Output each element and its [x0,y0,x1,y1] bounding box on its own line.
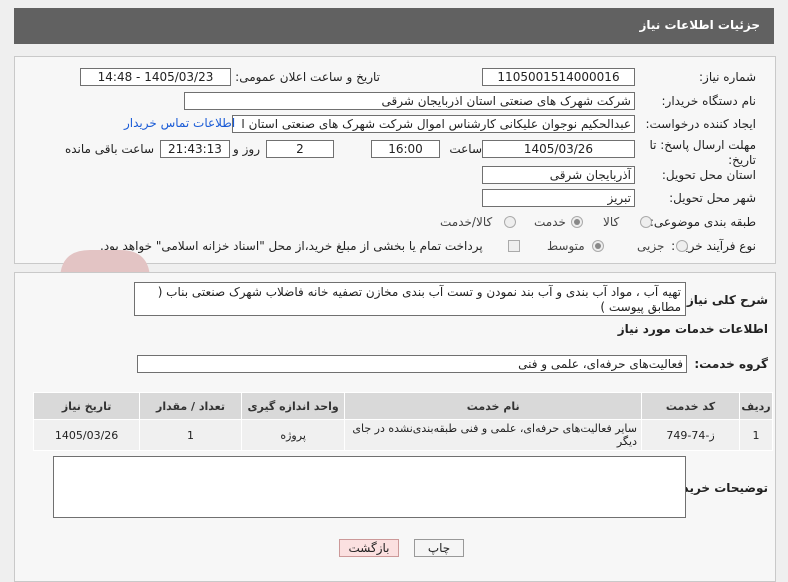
col-code: کد خدمت [640,392,741,420]
payment-note: پرداخت تمام یا بخشی از مبلغ خرید،از محل … [100,239,483,253]
table-row: 1 ز-74-749 سایر فعالیت‌های حرفه‌ای، علمی… [32,419,773,451]
province-label: استان محل تحویل: [661,168,756,182]
category-goods-radio[interactable] [640,216,652,228]
requester-label: ایجاد کننده درخواست: [645,117,756,131]
table-header-row: ردیف کد خدمت نام خدمت واحد اندازه گیری ت… [32,392,773,420]
col-quantity: تعداد / مقدار [139,392,242,420]
cell-row: 1 [739,419,773,451]
process-minor-radio[interactable] [676,240,688,252]
contact-info-link[interactable]: اطلاعات تماس خریدار [124,116,235,130]
service-group-label: گروه خدمت: [694,357,768,371]
days-label: روز و [233,142,260,156]
announce-field: 1405/03/23 - 14:48 [80,68,231,86]
category-goods-label: کالا [603,215,620,229]
cell-unit: پروژه [240,419,346,451]
category-label: طبقه بندی موضوعی: [649,215,756,229]
deadline-label: مهلت ارسال پاسخ: تا تاریخ: [649,138,756,167]
col-row: ردیف [739,392,773,420]
treasury-checkbox[interactable] [508,240,520,252]
days-field: 2 [266,140,334,158]
process-minor-label: جزیی [637,239,665,253]
need-number-field: 1105001514000016 [482,68,635,86]
cell-quantity: 1 [139,419,242,451]
buyer-org-field: شرکت شهرک های صنعتی استان اذربایجان شرقی [184,92,635,110]
deadline-date-field: 1405/03/26 [482,140,635,158]
category-goods-service-radio[interactable] [504,216,516,228]
deadline-time-field: 16:00 [371,140,440,158]
city-field: تبریز [482,189,635,207]
city-label: شهر محل تحویل: [669,191,756,205]
remaining-label: ساعت باقی مانده [64,142,154,156]
process-medium-radio[interactable] [592,240,604,252]
services-table: ردیف کد خدمت نام خدمت واحد اندازه گیری ت… [32,392,773,451]
page-title: جزئیات اطلاعات نیاز [639,18,760,32]
col-name: نام خدمت [344,392,642,420]
buyer-notes-field[interactable] [53,456,686,518]
process-medium-label: متوسط [547,239,585,253]
buyer-org-label: نام دستگاه خریدار: [661,94,757,108]
cell-date: 1405/03/26 [32,419,141,451]
cell-name: سایر فعالیت‌های حرفه‌ای، علمی و فنی طبقه… [344,419,642,451]
category-goods-service-label: کالا/خدمت [440,215,493,229]
cell-code: ز-74-749 [640,419,741,451]
announce-label: تاریخ و ساعت اعلان عمومی: [235,70,380,84]
description-field: تهیه آب ، مواد آب بندی و آب بند نمودن و … [134,282,686,316]
col-unit: واحد اندازه گیری [240,392,346,420]
category-service-label: خدمت [534,215,566,229]
col-date: تاریخ نیاز [32,392,141,420]
back-button[interactable]: بازگشت [339,539,399,557]
need-number-label: شماره نیاز: [699,70,756,84]
requester-field: عبدالحکیم نوجوان علیکانی کارشناس اموال ش… [232,115,635,133]
print-button[interactable]: چاپ [414,539,464,557]
category-service-radio[interactable] [571,216,583,228]
deadline-time-label: ساعت [449,142,482,156]
services-section-title: اطلاعات خدمات مورد نیاز [617,322,768,336]
province-field: آذربایجان شرقی [482,166,635,184]
remaining-time-field: 21:43:13 [160,140,230,158]
description-label: شرح کلی نیاز: [682,293,768,307]
service-group-field: فعالیت‌های حرفه‌ای، علمی و فنی [137,355,687,373]
page-header: جزئیات اطلاعات نیاز [14,8,774,44]
